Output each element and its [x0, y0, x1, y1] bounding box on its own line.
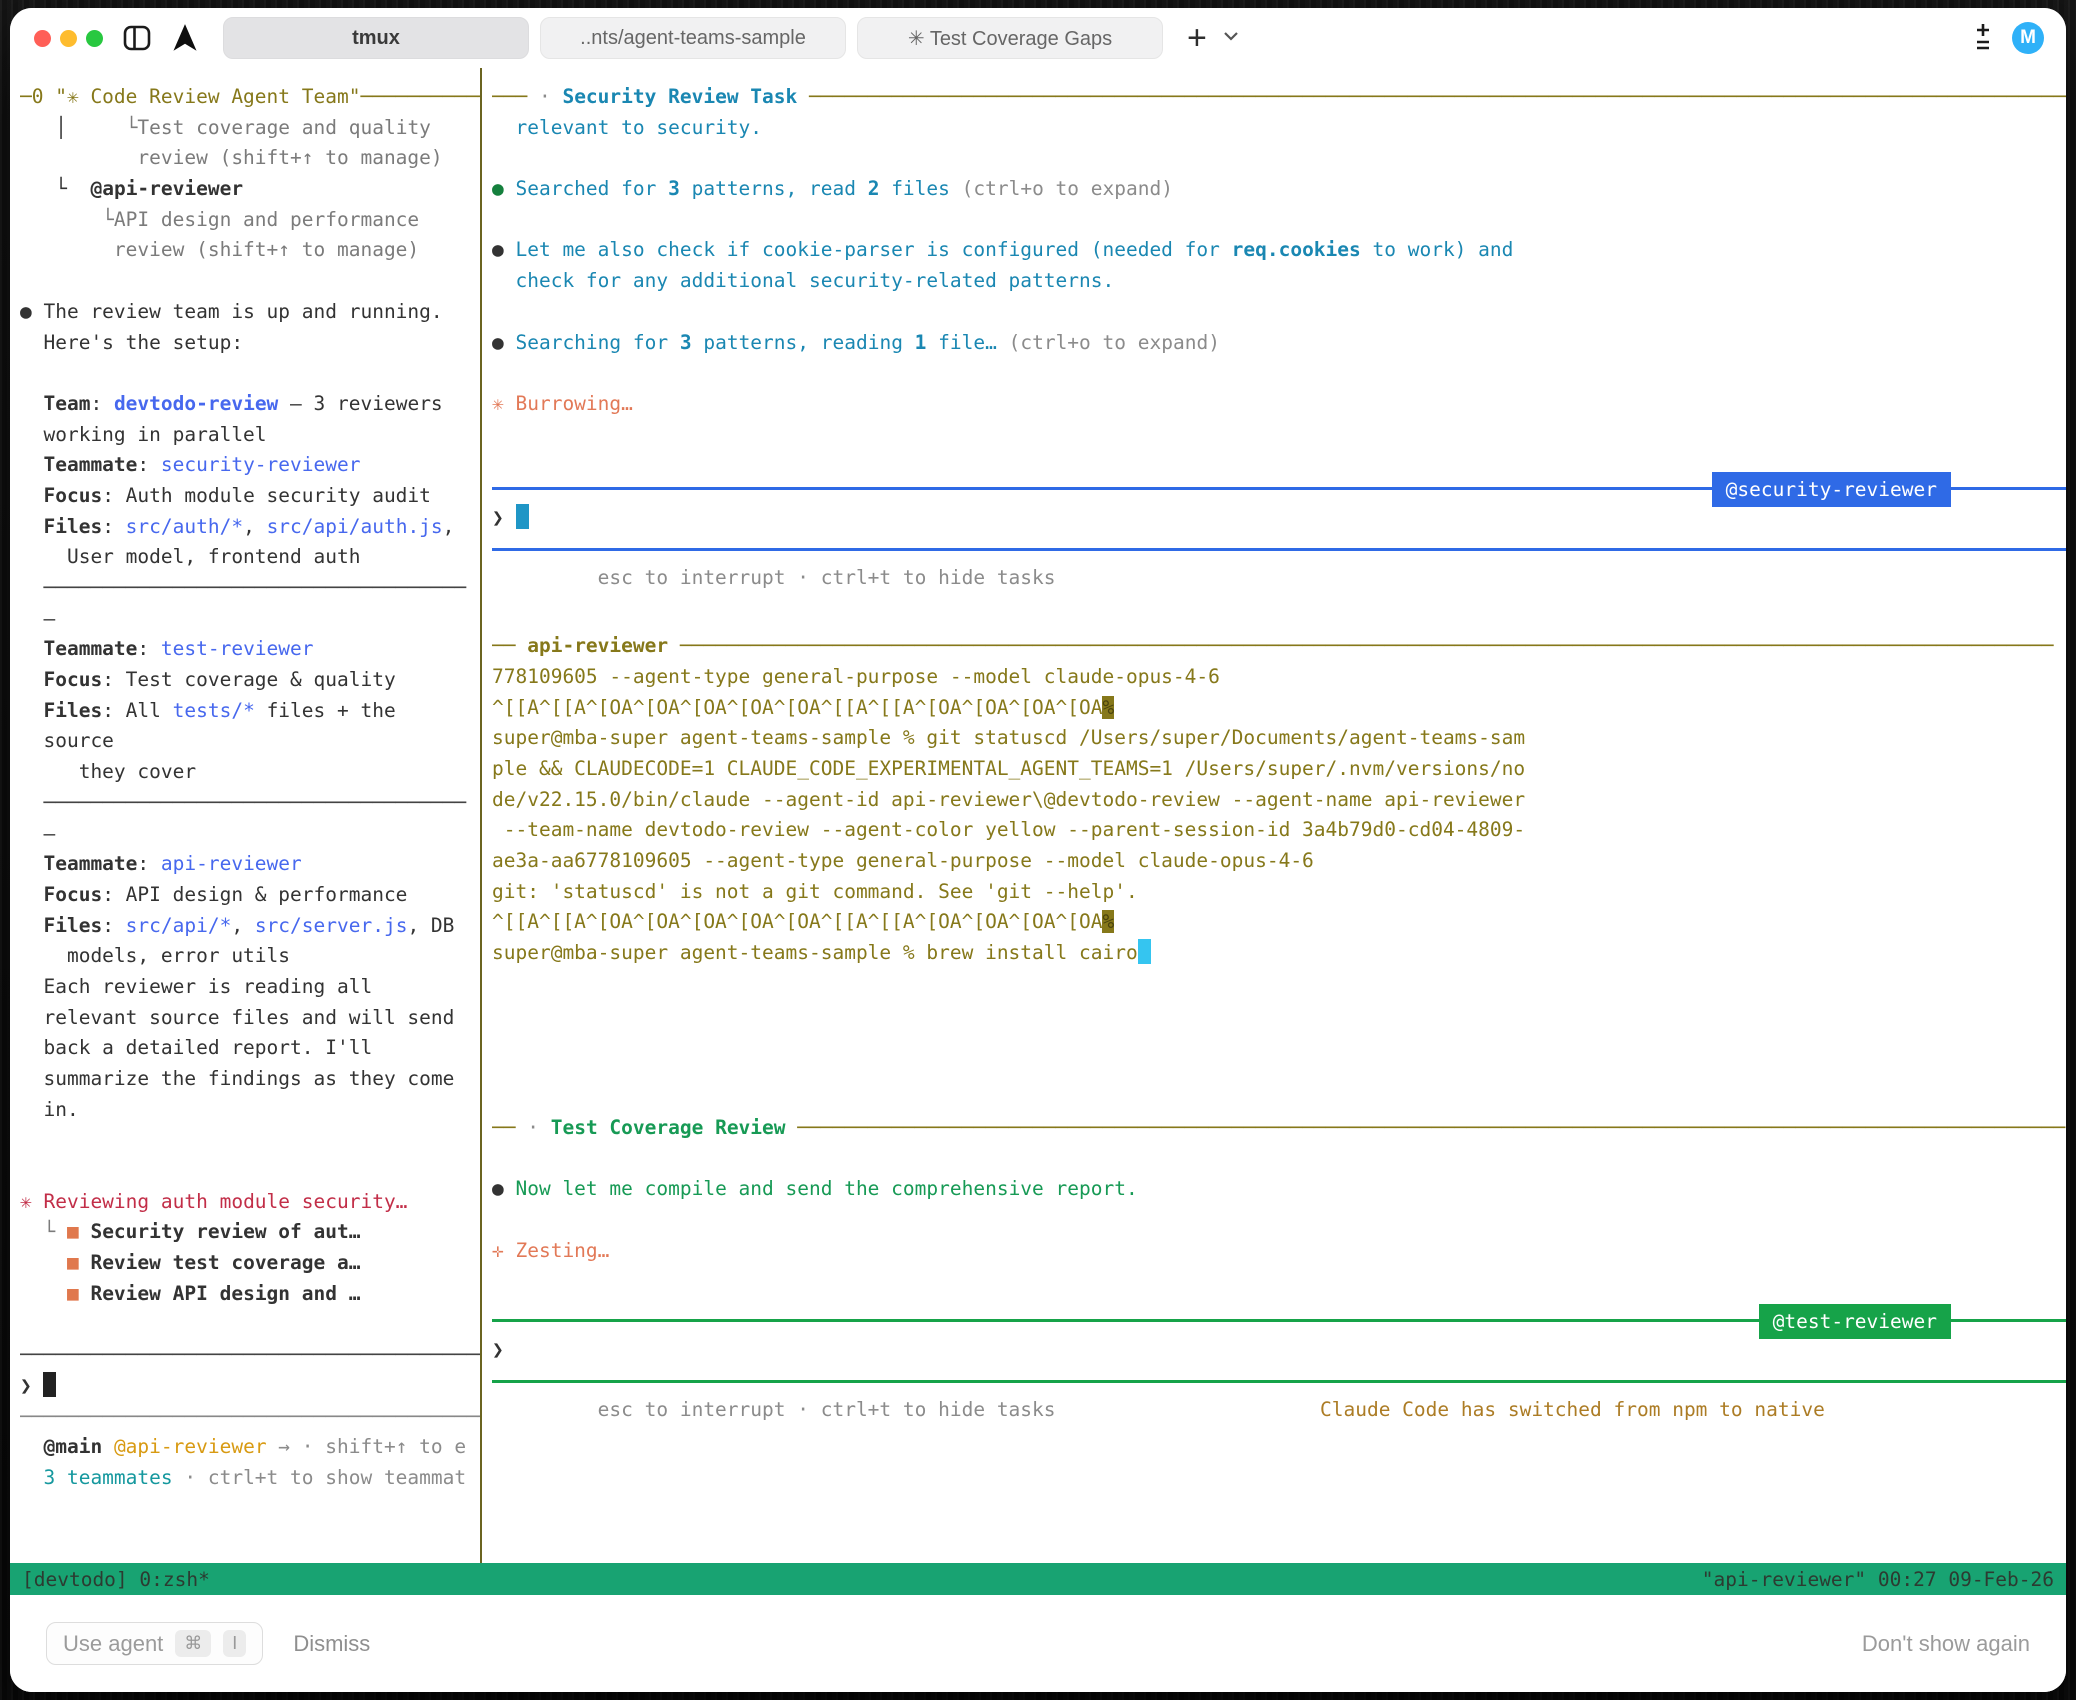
main-agent-pane[interactable]: ─0 "✳ Code Review Agent Team"───────────… — [10, 68, 480, 1494]
security-reviewer-input[interactable]: @security-reviewer ❯ — [492, 487, 2066, 551]
ghostty-app-icon — [171, 23, 199, 53]
terminal-content: ─0 "✳ Code Review Agent Team"───────────… — [10, 68, 2066, 1692]
account-avatar[interactable]: M — [2012, 22, 2044, 54]
cmd-keycap: ⌘ — [175, 1630, 211, 1657]
test-esc-hint: esc to interrupt · ctrl+t to hide tasks … — [492, 1395, 2066, 1426]
use-agent-label: Use agent — [63, 1631, 163, 1657]
prompt-chevron: ❯ — [492, 506, 504, 529]
dismiss-button[interactable]: Dismiss — [293, 1631, 370, 1657]
claude-install-notification: Claude Code has switched from npm to nat… — [1320, 1395, 1848, 1426]
zoom-window-button[interactable] — [86, 30, 103, 47]
close-window-button[interactable] — [34, 30, 51, 47]
minimize-window-button[interactable] — [60, 30, 77, 47]
tab-bar: tmux ..nts/agent-teams-sample ✳ Test Cov… — [223, 17, 1163, 59]
tab-test-coverage-gaps[interactable]: ✳ Test Coverage Gaps — [857, 17, 1163, 59]
tmux-status-bar: [devtodo] 0:zsh* "api-reviewer" 00:27 09… — [10, 1563, 2066, 1595]
sidebar-toggle-icon[interactable] — [123, 25, 151, 51]
prompt-chevron: ❯ — [492, 1338, 504, 1361]
dont-show-again-button[interactable]: Don't show again — [1862, 1631, 2030, 1657]
traffic-lights — [10, 30, 103, 47]
new-tab-button[interactable]: + — [1187, 21, 1207, 55]
i-keycap: I — [223, 1630, 246, 1657]
tab-list-chevron-icon[interactable] — [1223, 29, 1239, 47]
tmux-session-label: [devtodo] 0:zsh* — [22, 1568, 210, 1591]
use-agent-button[interactable]: Use agent ⌘ I — [46, 1622, 263, 1665]
test-reviewer-badge: @test-reviewer — [1759, 1304, 1951, 1339]
test-reviewer-input[interactable]: @test-reviewer ❯ — [492, 1319, 2066, 1383]
security-reviewer-badge: @security-reviewer — [1712, 472, 1951, 507]
tab-agent-teams-sample[interactable]: ..nts/agent-teams-sample — [540, 17, 846, 59]
test-reviewer-pane[interactable]: ── · Test Coverage Review ──────────────… — [492, 1113, 2066, 1426]
tmux-pane-title-clock: "api-reviewer" 00:27 09-Feb-26 — [1702, 1568, 2054, 1591]
titlebar-right: M — [1970, 21, 2066, 56]
api-reviewer-pane[interactable]: ── api-reviewer ────────────────────────… — [492, 631, 2066, 969]
security-esc-hint: esc to interrupt · ctrl+t to hide tasks — [492, 563, 2066, 594]
text-cursor — [516, 504, 529, 529]
right-pane-column: ─── · Security Review Task ─────────────… — [482, 68, 2066, 1426]
titlebar: tmux ..nts/agent-teams-sample ✳ Test Cov… — [10, 8, 2066, 68]
security-reviewer-pane[interactable]: ─── · Security Review Task ─────────────… — [492, 82, 2066, 593]
bottom-toolbar: Use agent ⌘ I Dismiss Don't show again — [10, 1595, 2066, 1692]
tab-tmux[interactable]: tmux — [223, 17, 529, 59]
ghostty-terminal-window: tmux ..nts/agent-teams-sample ✳ Test Cov… — [10, 8, 2066, 1692]
update-available-icon[interactable] — [1970, 21, 1996, 56]
